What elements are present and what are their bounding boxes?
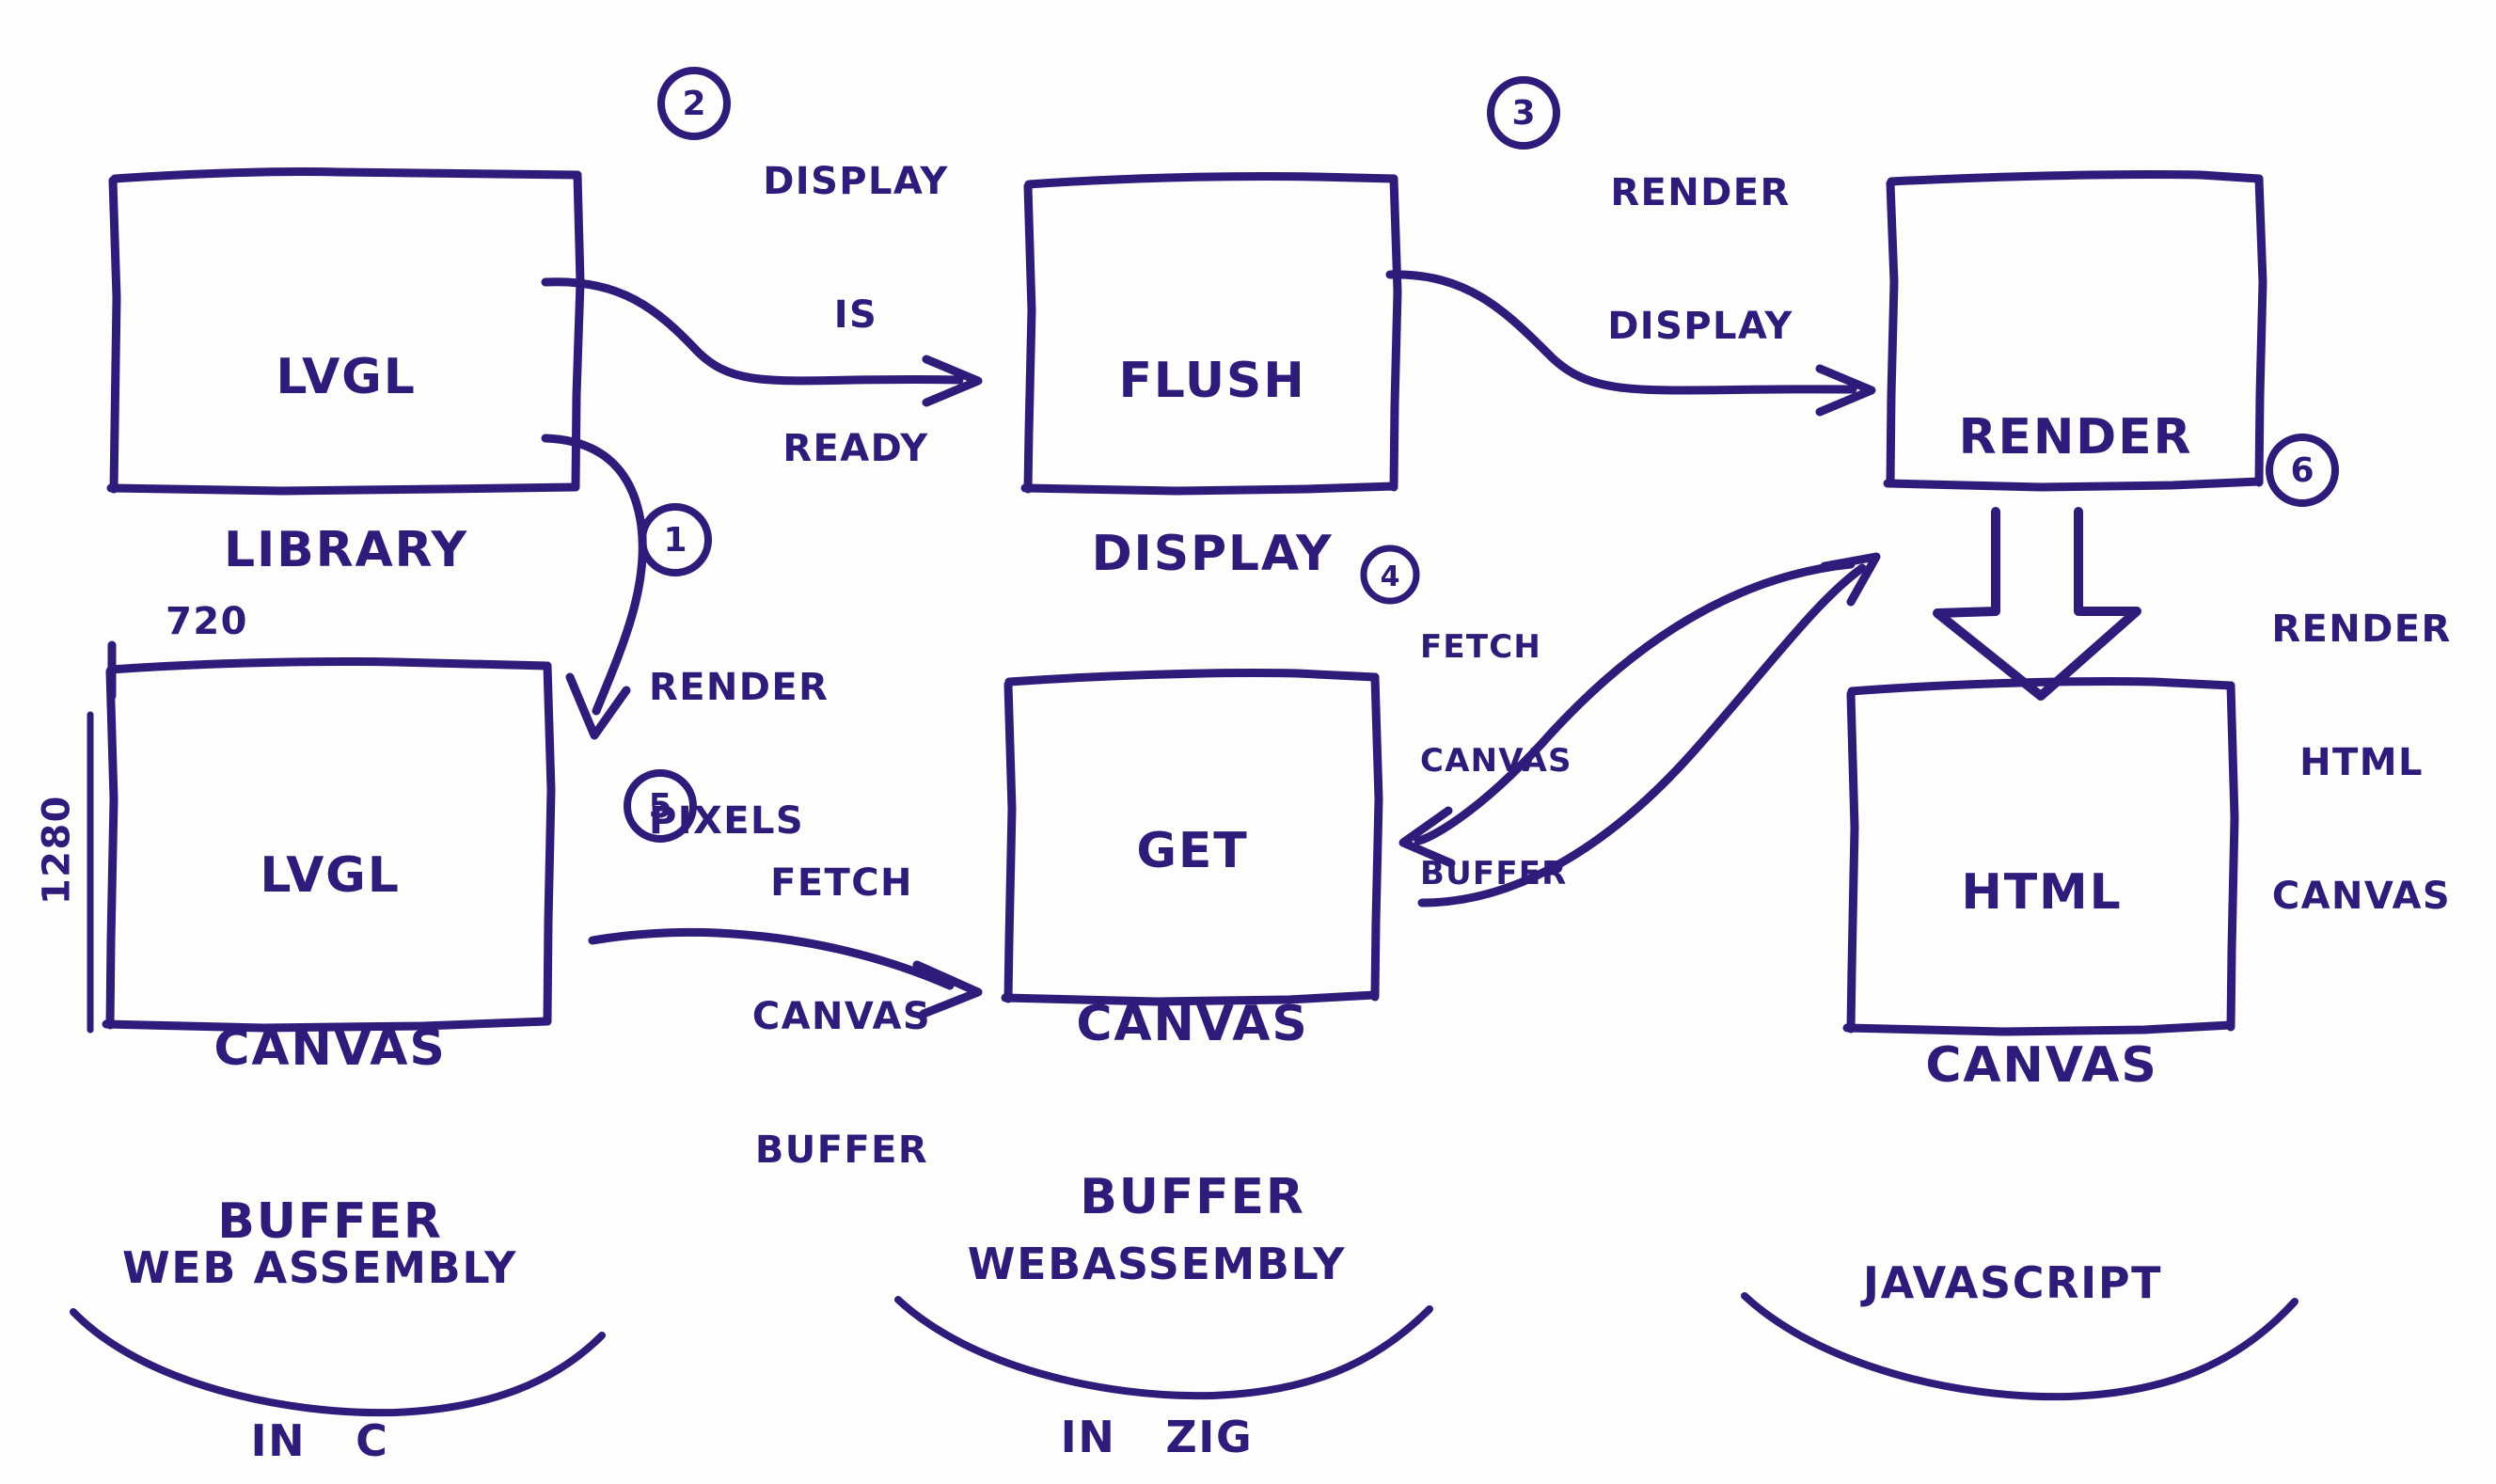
diagram-canvas: LVGL LIBRARY FLUSH DISPLAY RENDER LVGL C… [0, 0, 2496, 1484]
box-label-line2: CANVAS [1076, 995, 1309, 1052]
layer-label-line2: IN C [250, 1415, 389, 1467]
step-label-fetch-canvas-buffer-4: FETCH CANVAS BUFFER [1420, 553, 1627, 968]
layer-label-line1: JAVASCRIPT [1862, 1256, 2163, 1308]
layer-label-wasm-c: WEB ASSEMBLY IN C [56, 1140, 583, 1484]
box-label-line2: CANVAS [213, 1019, 447, 1077]
layer-label-javascript: JAVASCRIPT [1759, 1155, 2267, 1410]
step-label-line2: DISPLAY [1607, 304, 1793, 348]
step-label-line2: IS [833, 292, 878, 337]
step-label-line1: RENDER [1610, 171, 1791, 215]
step-label-line1: FETCH [770, 861, 913, 906]
box-label-line1: HTML [1961, 863, 2123, 921]
layer-label-line1: WEBASSEMBLY [967, 1238, 1347, 1289]
layer-label-line1: WEB ASSEMBLY [121, 1241, 518, 1293]
step-label-line1: DISPLAY [763, 160, 949, 204]
box-label-line1: FLUSH [1118, 352, 1306, 409]
box-html-canvas[interactable]: HTML CANVAS [1851, 749, 2233, 1210]
step-label-line1: RENDER [2271, 608, 2452, 652]
step-number-2: 2 [682, 84, 706, 123]
box-flush-display[interactable]: FLUSH DISPLAY [1028, 237, 1397, 699]
box-label-line1: RENDER [1958, 408, 2193, 466]
box-label-line1: LVGL [276, 348, 417, 405]
step-label-line3: CANVAS [2271, 874, 2452, 918]
step-label-line3: READY [782, 426, 929, 470]
step-number-6: 6 [2290, 450, 2314, 490]
step-number-1: 1 [663, 520, 687, 560]
dimension-width-label: 720 [166, 600, 248, 643]
box-render[interactable]: RENDER [1890, 293, 2261, 582]
layer-label-line2: IN ZIG [1060, 1412, 1254, 1463]
step-label-line3: BUFFER [1420, 854, 1568, 892]
step-label-render-html-canvas: RENDER HTML CANVAS [2238, 519, 2485, 1007]
step-number-3: 3 [1511, 93, 1536, 133]
step-number-4: 4 [1380, 560, 1400, 593]
step-label-line2: HTML [2299, 740, 2424, 784]
box-label-line2: DISPLAY [1091, 525, 1334, 582]
step-label-render-display: RENDER DISPLAY [1569, 83, 1832, 438]
step-label-line1: RENDER [649, 666, 829, 710]
step-label-line2: CANVAS [751, 994, 932, 1038]
box-label-line2: CANVAS [1925, 1036, 2158, 1094]
box-label-line1: GET [1136, 822, 1249, 879]
step-label-display-is-ready: DISPLAY IS READY [734, 71, 978, 560]
step-label-line1: FETCH [1420, 628, 1542, 667]
layer-label-wasm-zig: WEBASSEMBLY IN ZIG [903, 1136, 1411, 1484]
box-label-line1: LVGL [260, 846, 401, 904]
step-label-line2: CANVAS [1420, 741, 1572, 780]
dimension-height-label: 1280 [35, 795, 79, 906]
box-label-line2: LIBRARY [224, 521, 468, 578]
